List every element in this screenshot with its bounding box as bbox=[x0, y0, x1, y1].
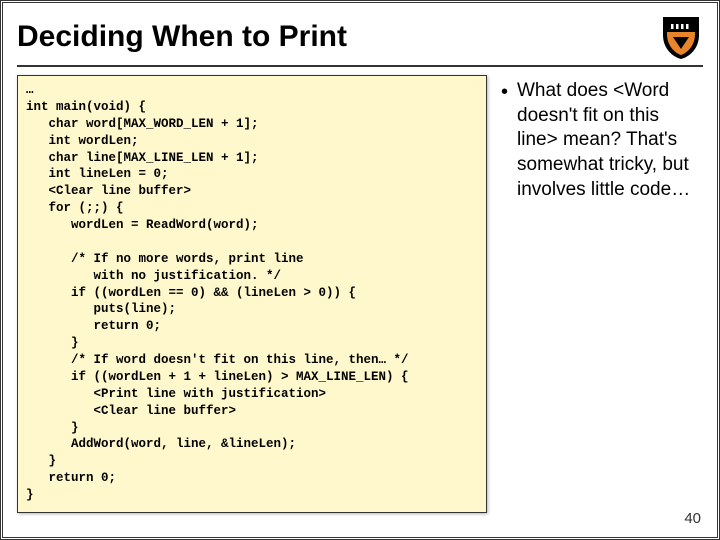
content-area: … int main(void) { char word[MAX_WORD_LE… bbox=[17, 75, 703, 513]
slide-title: Deciding When to Print bbox=[17, 20, 347, 54]
princeton-shield-icon bbox=[659, 13, 703, 61]
slide: Deciding When to Print … int main(void) … bbox=[0, 0, 720, 540]
bullet-area: What does <Word doesn't fit on this line… bbox=[501, 75, 703, 202]
title-row: Deciding When to Print bbox=[17, 13, 703, 67]
code-listing: … int main(void) { char word[MAX_WORD_LE… bbox=[26, 82, 478, 504]
page-number: 40 bbox=[684, 510, 701, 527]
code-box: … int main(void) { char word[MAX_WORD_LE… bbox=[17, 75, 487, 513]
bullet-item: What does <Word doesn't fit on this line… bbox=[501, 79, 703, 202]
